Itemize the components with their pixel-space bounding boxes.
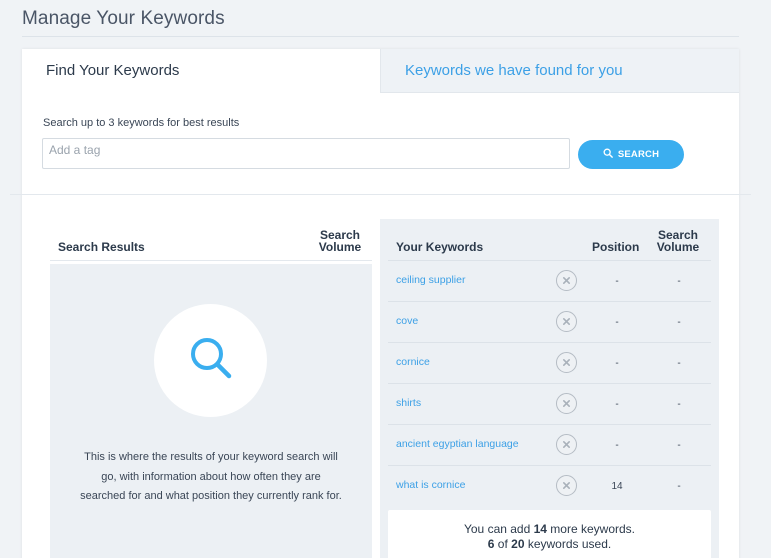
page-title: Manage Your Keywords: [22, 8, 225, 29]
keyword-position: -: [615, 440, 619, 451]
keyword-list: ceiling supplier - - cove - - cornice - …: [388, 260, 711, 506]
tag-input[interactable]: [42, 138, 570, 169]
search-results-panel: This is where the results of your keywor…: [50, 264, 372, 558]
search-button[interactable]: SEARCH: [578, 140, 684, 169]
keyword-row: ceiling supplier - -: [388, 260, 711, 301]
keyword-link[interactable]: shirts: [396, 397, 421, 409]
summary-text: You can add: [463, 522, 534, 536]
summary-text: keywords used.: [524, 537, 612, 551]
keyword-row: ancient egyptian language - -: [388, 424, 711, 465]
keyword-link[interactable]: ceiling supplier: [396, 274, 465, 286]
search-results-volume-header: Search Volume: [318, 228, 362, 254]
remove-keyword-button[interactable]: [556, 311, 577, 332]
keyword-quota-summary: You can add 14 more keywords. 6 of 20 ke…: [388, 510, 711, 558]
position-header: Position: [592, 240, 640, 254]
keyword-position: 14: [611, 481, 623, 492]
your-keywords-panel: Your Keywords Position Search Volume cei…: [380, 219, 719, 558]
keyword-link[interactable]: cornice: [396, 356, 430, 368]
tab-find-your-keywords[interactable]: Find Your Keywords: [22, 49, 380, 93]
summary-text: of: [494, 537, 512, 551]
keywords-remaining-line: You can add 14 more keywords.: [388, 522, 711, 537]
magnifier-icon: [183, 330, 239, 391]
search-results-header-divider: [50, 260, 372, 261]
close-icon: [562, 481, 571, 490]
search-results-header: Search Results: [58, 240, 145, 254]
keyword-row: cornice - -: [388, 342, 711, 383]
keyword-row: cove - -: [388, 301, 711, 342]
keyword-position: -: [615, 399, 619, 410]
search-volume-header: Search Volume: [656, 228, 700, 254]
keyword-volume: -: [677, 399, 681, 410]
search-button-label: SEARCH: [617, 149, 660, 160]
close-icon: [562, 399, 571, 408]
section-divider: [10, 194, 751, 195]
keywords-limit-count: 20: [511, 537, 525, 551]
remove-keyword-button[interactable]: [556, 475, 577, 496]
keyword-link[interactable]: what is cornice: [396, 479, 465, 491]
keywords-remaining-count: 14: [533, 522, 547, 536]
search-help-text: Search up to 3 keywords for best results: [43, 117, 240, 129]
empty-state-badge: [154, 304, 267, 417]
keyword-volume: -: [677, 358, 681, 369]
close-icon: [562, 317, 571, 326]
keyword-volume: -: [677, 317, 681, 328]
keyword-volume: -: [677, 481, 681, 492]
title-divider: [22, 36, 739, 37]
close-icon: [562, 440, 571, 449]
remove-keyword-button[interactable]: [556, 270, 577, 291]
keyword-position: -: [615, 317, 619, 328]
keyword-volume: -: [677, 440, 681, 451]
keyword-position: -: [615, 276, 619, 287]
summary-text: more keywords.: [546, 522, 635, 536]
remove-keyword-button[interactable]: [556, 434, 577, 455]
tab-keywords-found-for-you[interactable]: Keywords we have found for you: [380, 49, 739, 93]
keyword-link[interactable]: cove: [396, 315, 418, 327]
empty-state-text: This is where the results of your keywor…: [80, 451, 342, 502]
close-icon: [562, 276, 571, 285]
remove-keyword-button[interactable]: [556, 352, 577, 373]
keyword-position: -: [615, 358, 619, 369]
keyword-row: shirts - -: [388, 383, 711, 424]
keyword-volume: -: [677, 276, 681, 287]
your-keywords-header: Your Keywords: [396, 240, 484, 254]
keyword-link[interactable]: ancient egyptian language: [396, 438, 519, 450]
remove-keyword-button[interactable]: [556, 393, 577, 414]
close-icon: [562, 358, 571, 367]
search-icon: [603, 148, 613, 161]
keyword-row: what is cornice 14 -: [388, 465, 711, 506]
keywords-used-line: 6 of 20 keywords used.: [388, 537, 711, 552]
